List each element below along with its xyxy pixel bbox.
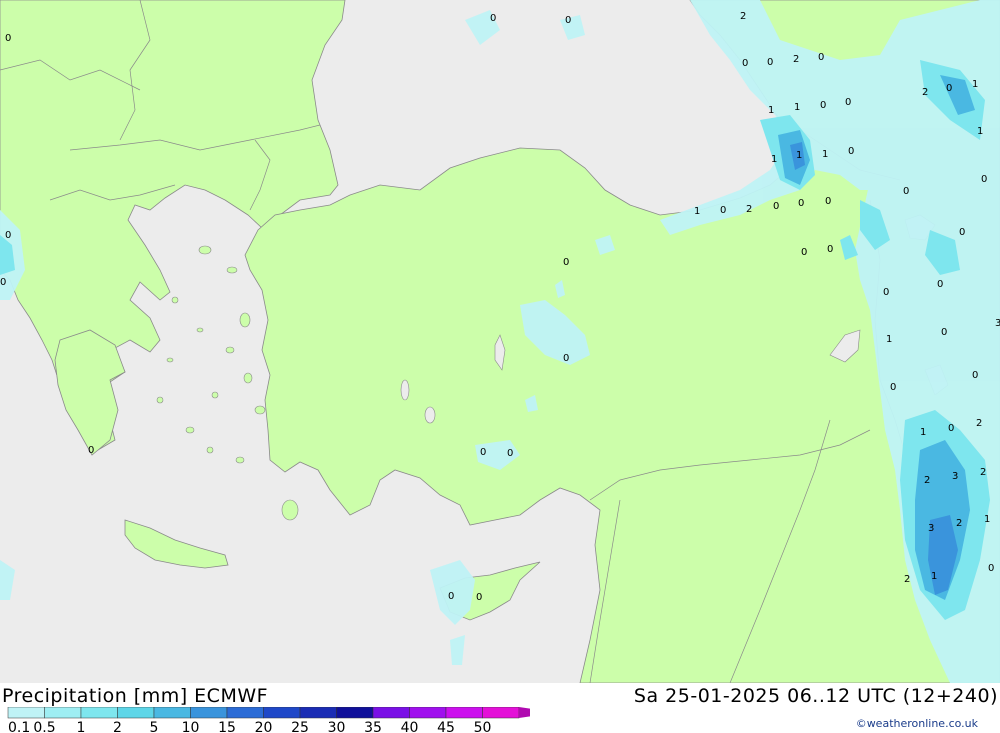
precip-label: 3 (995, 318, 1000, 329)
legend-tick-label: 10 (182, 720, 200, 733)
legend-swatch (226, 707, 264, 719)
legend-tick-label: 35 (364, 720, 382, 733)
precip-label: 0 (903, 186, 909, 197)
legend-swatch (336, 707, 374, 719)
precip-label: 2 (740, 11, 746, 22)
precip-label: 0 (563, 257, 569, 268)
precip-label: 2 (924, 475, 930, 486)
precip-label: 0 (490, 13, 496, 24)
precipitation-map: 2 0 0 0 0 0 2 1 0 0 2 0 1 1 1 1 0 0 1 0 … (0, 0, 1000, 683)
legend-swatch (117, 707, 155, 719)
legend-tick-label: 1 (77, 720, 86, 733)
legend-tick-label: 15 (218, 720, 236, 733)
precip-label: 0 (798, 198, 804, 209)
precip-label: 0 (827, 244, 833, 255)
legend-swatch (7, 707, 45, 719)
precip-label: 0 (565, 15, 571, 26)
legend-tick-label: 20 (255, 720, 273, 733)
legend-swatch (80, 707, 118, 719)
legend-tick-label: 50 (474, 720, 492, 733)
precip-label: 0 (5, 33, 11, 44)
precip-label: 0 (818, 52, 824, 63)
precip-label: 0 (883, 287, 889, 298)
precip-label: 1 (920, 427, 926, 438)
precip-label: 1 (931, 571, 937, 582)
precip-label: 0 (720, 205, 726, 216)
legend-swatch (153, 707, 191, 719)
legend-tick-label: 40 (401, 720, 419, 733)
credit-link[interactable]: ©weatheronline.co.uk (856, 717, 978, 730)
legend-swatch (44, 707, 82, 719)
legend-swatch (482, 707, 520, 719)
precip-label: 2 (976, 418, 982, 429)
legend-tick-label: 25 (291, 720, 309, 733)
precip-label: 0 (801, 247, 807, 258)
legend-tick-label: 0.1 (8, 720, 30, 733)
legend-tick-label: 30 (328, 720, 346, 733)
legend-arrow (519, 707, 530, 718)
precip-label: 0 (5, 230, 11, 241)
precip-label: 1 (822, 149, 828, 160)
precip-label: 0 (959, 227, 965, 238)
legend-swatch (409, 707, 447, 719)
precip-label: 2 (746, 204, 752, 215)
legend-tick-label: 45 (437, 720, 455, 733)
color-legend: 0.1 0.5 1 2 5 10 15 20 25 30 35 40 45 50 (7, 707, 530, 733)
map-title: Precipitation [mm] ECMWF (2, 685, 269, 707)
precip-label: 1 (796, 150, 802, 161)
precip-label: 1 (768, 105, 774, 116)
precip-label: 0 (742, 58, 748, 69)
precip-label: 1 (771, 154, 777, 165)
precip-label: 3 (928, 523, 934, 534)
precip-label: 2 (904, 574, 910, 585)
precip-label: 0 (820, 100, 826, 111)
precip-label: 1 (886, 334, 892, 345)
precip-label: 0 (845, 97, 851, 108)
legend-swatch (445, 707, 483, 719)
precip-label: 1 (977, 126, 983, 137)
legend-swatch (190, 707, 228, 719)
legend-swatch (299, 707, 337, 719)
precip-label: 0 (767, 57, 773, 68)
precip-label: 2 (793, 54, 799, 65)
precip-label: 2 (922, 87, 928, 98)
precip-label: 3 (952, 471, 958, 482)
precip-label: 1 (794, 102, 800, 113)
legend-swatch (263, 707, 301, 719)
precip-label: 0 (848, 146, 854, 157)
precip-label: 0 (937, 279, 943, 290)
precip-label: 0 (0, 277, 6, 288)
precip-label: 2 (980, 467, 986, 478)
precip-label: 0 (988, 563, 994, 574)
precip-label: 0 (563, 353, 569, 364)
precip-label: 1 (972, 79, 978, 90)
legend-tick-label: 0.5 (33, 720, 55, 733)
precip-label: 0 (773, 201, 779, 212)
precip-label: 0 (825, 196, 831, 207)
legend-tick-label: 2 (113, 720, 122, 733)
footer-bar: Precipitation [mm] ECMWF Sa 25-01-2025 0… (0, 683, 1000, 733)
precip-label: 0 (88, 445, 94, 456)
precip-label: 0 (448, 591, 454, 602)
precip-label: 1 (694, 206, 700, 217)
precip-label: 0 (972, 370, 978, 381)
precip-label: 0 (480, 447, 486, 458)
precip-label: 0 (890, 382, 896, 393)
precip-label: 0 (948, 423, 954, 434)
precip-label: 0 (946, 83, 952, 94)
valid-time: Sa 25-01-2025 06..12 UTC (12+240) (633, 685, 998, 707)
legend-tick-label: 5 (150, 720, 159, 733)
legend-swatch (372, 707, 410, 719)
precip-label: 0 (507, 448, 513, 459)
precip-label: 0 (941, 327, 947, 338)
precip-label: 0 (981, 174, 987, 185)
precip-label: 1 (984, 514, 990, 525)
precip-label: 2 (956, 518, 962, 529)
precip-label: 0 (476, 592, 482, 603)
